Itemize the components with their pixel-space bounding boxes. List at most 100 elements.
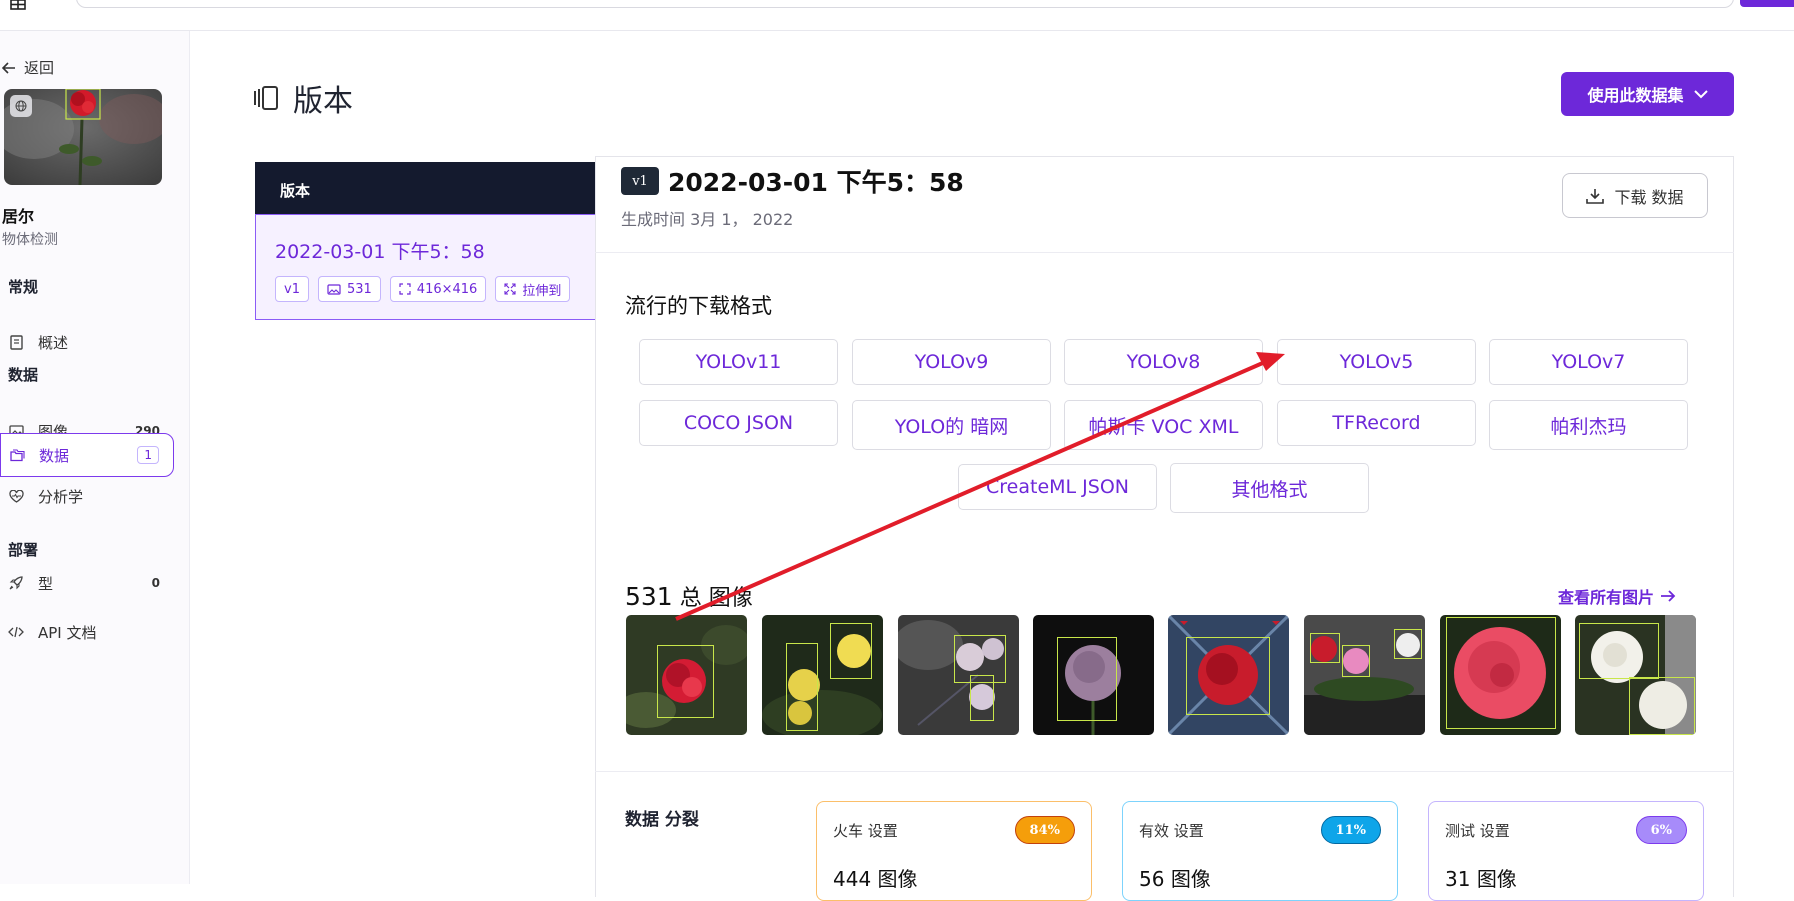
section-general: 常规 [8,278,39,296]
tag-label: 531 [346,281,372,297]
valid-set-card: 有效 设置 11% 56 图像 [1122,801,1398,901]
version-tag: v1 [275,276,309,302]
set-percent-badge: 84% [1014,816,1075,844]
image-thumbnail[interactable] [1304,615,1425,735]
total-images-count: 531 [625,582,673,611]
format-button[interactable]: YOLOv11 [639,339,838,385]
version-subtitle: 生成时间 3月 1， 2022 [621,210,794,229]
set-label: 有效 设置 [1139,822,1204,840]
section-deploy: 部署 [8,541,39,559]
download-dataset-button[interactable]: 下载 数据 [1562,173,1708,218]
test-set-card: 测试 设置 6% 31 图像 [1428,801,1704,901]
image-thumbnail[interactable] [626,615,747,735]
sidebar: 返回 居尔 物体检测 常规 概述 数据 图像 290 数据 1 分析学 部署 型… [0,31,190,884]
sidebar-item-label: 数据 [39,446,70,465]
image-thumbnail[interactable] [1033,615,1154,735]
rocket-icon [8,575,24,591]
format-button[interactable]: CreateML JSON [958,464,1157,510]
version-badge: v1 [621,167,659,195]
image-thumbnail[interactable] [1168,615,1289,735]
project-thumbnail[interactable] [4,89,162,185]
sidebar-item-versions[interactable]: 数据 1 [0,433,174,477]
format-button[interactable]: 帕斯卡 VOC XML [1064,400,1263,450]
sidebar-item-label: 型 [38,574,54,593]
version-list-item[interactable]: 2022-03-01 下午5：58 v1 531 416×416 拉伸到 [255,214,596,320]
top-bar [0,0,1794,31]
search-input[interactable] [76,0,1734,8]
format-button[interactable]: COCO JSON [639,400,838,446]
image-thumbnail[interactable] [898,615,1019,735]
format-button[interactable]: 帕利杰玛 [1489,400,1688,450]
stretch-tag: 拉伸到 [495,276,571,302]
format-button[interactable]: YOLOv9 [852,339,1051,385]
set-count-unit: 图像 [877,867,918,891]
view-all-images-link[interactable]: 查看所有图片 [1558,584,1676,608]
image-thumbnail[interactable] [1440,615,1561,735]
code-icon [8,624,24,640]
sidebar-item-label: 概述 [38,333,69,352]
back-label: 返回 [24,59,55,77]
use-dataset-button[interactable]: 使用此数据集 [1561,72,1734,116]
format-button[interactable]: 其他格式 [1170,463,1369,513]
set-count: 31 图像 [1445,863,1517,892]
format-button[interactable]: YOLOv5 [1277,339,1476,385]
set-count-value: 31 [1445,867,1471,891]
format-button[interactable]: TFRecord [1277,400,1476,446]
version-list-item-title: 2022-03-01 下午5：58 [275,241,485,263]
format-button[interactable]: YOLOv7 [1489,339,1688,385]
tag-label: 416×416 [416,281,478,297]
total-images-title: 531 总 图像 [625,580,753,612]
set-count-unit: 图像 [1476,867,1517,891]
data-split-title: 数据 分裂 [625,810,699,830]
folders-icon [9,447,25,463]
sidebar-item-label: 分析学 [38,487,84,506]
total-images-label: 总 图像 [679,586,753,611]
back-link[interactable]: 返回 [2,57,54,78]
top-right-button[interactable] [1740,0,1794,7]
image-icon [327,283,341,295]
set-count: 56 图像 [1139,863,1211,892]
arrow-left-icon [2,61,15,74]
set-count-value: 56 [1139,867,1165,891]
sidebar-item-api-docs[interactable]: API 文档 [0,611,174,653]
set-label: 火车 设置 [833,822,898,840]
version-title: 2022-03-01 下午5：58 [668,168,964,197]
version-count-badge: 1 [137,446,159,464]
chevron-down-icon [1693,89,1708,98]
format-button[interactable]: YOLO的 暗网 [852,400,1051,450]
versions-panel-heading: 版本 [255,162,596,214]
tag-label: v1 [284,281,300,297]
heart-pulse-icon [8,488,24,504]
project-name: 居尔 [2,207,35,226]
globe-icon [10,95,32,117]
arrow-right-icon [1661,590,1676,602]
image-count-tag: 531 [317,276,381,302]
download-icon [1586,188,1605,204]
tag-label: 拉伸到 [522,283,562,299]
train-set-card: 火车 设置 84% 444 图像 [816,801,1092,901]
expand-icon [504,283,516,295]
set-percent-badge: 11% [1320,816,1381,844]
crop-icon [399,283,411,295]
format-button[interactable]: YOLOv8 [1064,339,1263,385]
sidebar-item-overview[interactable]: 概述 [0,321,174,363]
versions-icon [254,86,278,110]
sidebar-item-analytics[interactable]: 分析学 [0,475,174,517]
set-percent-badge: 6% [1635,816,1687,844]
model-count: 0 [151,576,160,590]
set-count: 444 图像 [833,863,918,892]
grid-icon[interactable] [10,0,26,10]
image-thumbnail[interactable] [1575,615,1696,735]
image-thumbnail[interactable] [762,615,883,735]
section-data: 数据 [8,366,39,384]
divider [595,771,1734,772]
download-label: 下载 数据 [1614,187,1684,207]
set-label: 测试 设置 [1445,822,1510,840]
use-dataset-label: 使用此数据集 [1587,86,1684,105]
version-card [595,157,1734,897]
book-icon [8,334,24,350]
versions-panel: 版本 2022-03-01 下午5：58 v1 531 416×416 拉伸到 [255,162,596,320]
sidebar-item-models[interactable]: 型 0 [0,562,174,604]
page-title: 版本 [253,76,353,120]
project-type: 物体检测 [2,232,58,248]
